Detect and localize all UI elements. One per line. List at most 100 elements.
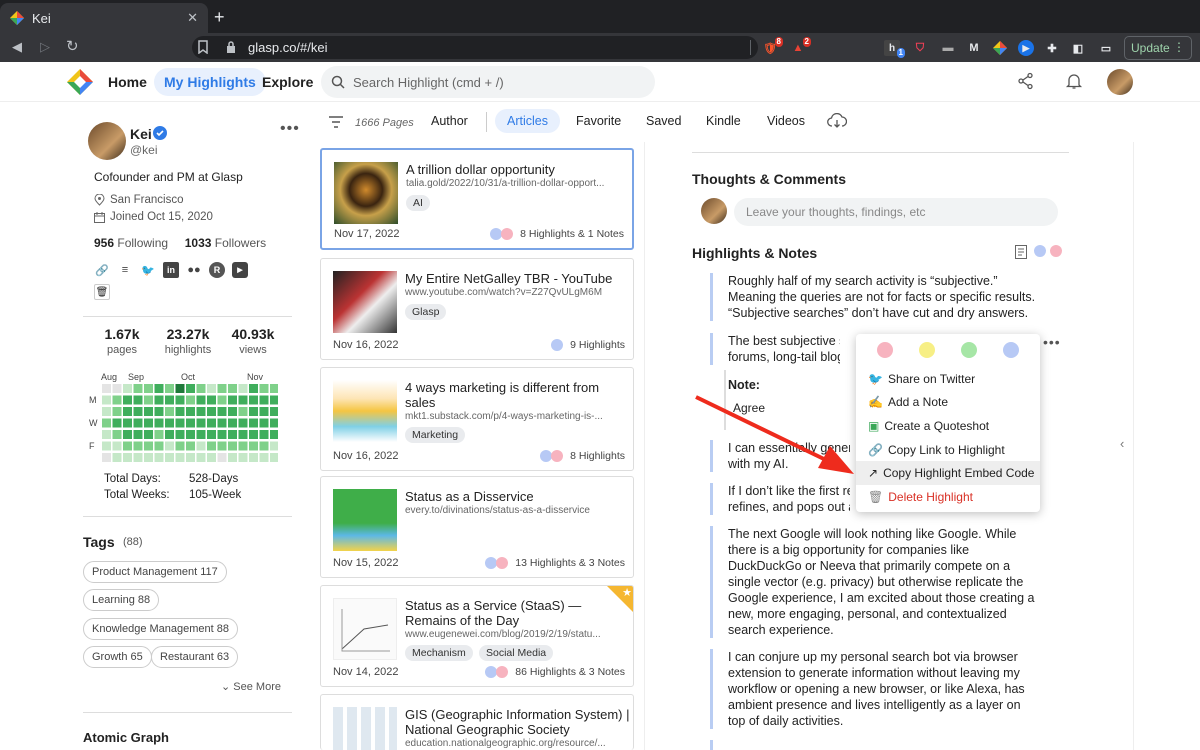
avatar-dot	[551, 339, 564, 351]
highlight-item[interactable]	[710, 740, 1040, 750]
article-card[interactable]: Status as a Service (StaaS) — Remains of…	[320, 585, 634, 687]
highlight-item[interactable]: I can conjure up my personal search bot …	[710, 649, 1040, 729]
linkedin-icon[interactable]: in	[163, 262, 179, 278]
highlight-more-icon[interactable]: •••	[1043, 334, 1061, 350]
back-icon[interactable]: ◀	[12, 39, 22, 55]
bookmark-icon[interactable]	[198, 40, 208, 54]
menu-delete-highlight[interactable]: 🗑 Delete Highlight	[856, 485, 1040, 509]
glasp-ext-icon[interactable]	[992, 40, 1008, 56]
see-more-link[interactable]: ⌄ See More	[221, 680, 281, 693]
heatmap-cell	[228, 441, 237, 451]
tab-kindle[interactable]: Kindle	[706, 114, 741, 128]
tab-author[interactable]: Author	[431, 114, 468, 128]
close-tab-icon[interactable]: ✕	[187, 10, 198, 26]
color-swatch-green[interactable]	[961, 342, 977, 358]
brave-rewards-icon[interactable]: ▲ 2	[790, 37, 811, 56]
article-stats: 8 Highlights	[540, 450, 625, 462]
highlight-line: with my AI.	[728, 457, 789, 471]
medium-icon[interactable]: M	[966, 40, 982, 56]
share-icon[interactable]	[1017, 72, 1035, 90]
tag-chip[interactable]: Knowledge Management 88	[83, 618, 238, 640]
article-card[interactable]: My Entire NetGalley TBR - YouTube www.yo…	[320, 258, 634, 360]
tag-chip[interactable]: Learning 88	[83, 589, 160, 611]
heatmap-cell	[186, 395, 195, 405]
browser-tab[interactable]: Kei ✕	[0, 3, 208, 33]
article-card[interactable]: 4 ways marketing is different from sales…	[320, 367, 634, 471]
substack-icon[interactable]: ≡	[117, 262, 133, 278]
highlighter-ext-icon[interactable]: h1	[884, 40, 905, 58]
pocket-icon[interactable]: ⛉	[912, 40, 928, 56]
ext-dark-icon[interactable]: ▬	[940, 40, 956, 56]
article-tag[interactable]: Marketing	[405, 427, 466, 443]
color-swatch-yellow[interactable]	[919, 342, 935, 358]
cast-icon[interactable]: ▶	[1018, 40, 1034, 56]
article-tag[interactable]: Mechanism	[405, 645, 473, 661]
tab-articles[interactable]: Articles	[495, 109, 560, 133]
menu-create-quoteshot[interactable]: ▣ Create a Quoteshot	[856, 414, 1040, 438]
article-card[interactable]: GIS (Geographic Information System) | Na…	[320, 694, 634, 750]
menu-share-twitter[interactable]: 🐦 Share on Twitter	[856, 367, 1040, 391]
tab-favorite[interactable]: Favorite	[576, 114, 621, 128]
article-tag[interactable]: Social Media	[479, 645, 554, 661]
youtube-icon[interactable]: ▶	[232, 262, 248, 278]
highlight-item[interactable]: If I don’t like the first re refines, an…	[710, 483, 850, 515]
menu-add-note[interactable]: ✍ Add a Note	[856, 390, 1040, 414]
profile-more-icon[interactable]: •••	[280, 120, 300, 138]
wallet-icon[interactable]: ▭	[1098, 40, 1114, 56]
update-button[interactable]: Update ⋮	[1124, 36, 1192, 60]
nav-my-highlights[interactable]: My Highlights	[154, 68, 266, 96]
nav-explore[interactable]: Explore	[262, 74, 313, 90]
following-label[interactable]: Following	[117, 236, 168, 250]
highlight-item[interactable]: The best subjective sea forums, long-tai…	[710, 333, 840, 365]
color-filter-pink[interactable]	[1050, 245, 1062, 257]
letter-r-icon[interactable]: R	[209, 262, 225, 278]
trash-bin-icon[interactable]: 🗑	[94, 284, 110, 300]
medium-icon[interactable]: ●●	[186, 262, 202, 278]
tag-chip[interactable]: Restaurant 63	[151, 646, 239, 668]
forward-icon[interactable]: ▷	[40, 39, 50, 55]
user-avatar[interactable]	[1107, 69, 1133, 95]
filter-icon[interactable]	[329, 116, 343, 128]
color-filter-blue[interactable]	[1034, 245, 1046, 257]
tab-videos[interactable]: Videos	[767, 114, 805, 128]
tab-saved[interactable]: Saved	[646, 114, 681, 128]
highlight-item[interactable]: Roughly half of my search activity is “s…	[710, 273, 1040, 321]
heatmap-cell	[165, 407, 174, 416]
search-input[interactable]: Search Highlight (cmd + /)	[321, 66, 655, 98]
article-tag[interactable]: Glasp	[405, 304, 447, 320]
tag-chip[interactable]: Growth 65	[83, 646, 152, 668]
highlighter-ext-badge: 1	[896, 48, 905, 58]
color-swatch-blue[interactable]	[1003, 342, 1019, 358]
nav-home[interactable]: Home	[108, 74, 147, 90]
new-tab-icon[interactable]: +	[214, 8, 225, 26]
browser-menu-icon[interactable]: ⋮	[1173, 40, 1185, 54]
article-tag[interactable]: AI	[406, 195, 430, 211]
heatmap-cell	[112, 441, 122, 451]
article-card[interactable]: A trillion dollar opportunity talia.gold…	[320, 148, 634, 250]
cloud-download-icon[interactable]	[827, 113, 847, 129]
tag-chip[interactable]: Product Management 117	[83, 561, 227, 583]
document-icon[interactable]	[1015, 245, 1027, 259]
twitter-icon[interactable]: 🐦	[140, 262, 156, 278]
heatmap-cell	[133, 407, 143, 416]
notification-bell-icon[interactable]	[1065, 72, 1083, 90]
chevron-left-icon[interactable]: ‹	[1120, 436, 1124, 451]
sidebar-icon[interactable]: ◧	[1070, 40, 1086, 56]
filter-divider	[486, 112, 487, 132]
menu-copy-link[interactable]: 🔗 Copy Link to Highlight	[856, 438, 1040, 462]
heatmap-cell	[196, 407, 206, 416]
color-swatch-pink[interactable]	[877, 342, 893, 358]
article-card[interactable]: Status as a Disservice every.to/divinati…	[320, 476, 634, 578]
glasp-logo-icon[interactable]	[66, 68, 94, 96]
favorite-star-icon[interactable]: ★	[606, 586, 633, 613]
reload-icon[interactable]: ↻	[66, 37, 79, 55]
link-icon[interactable]: 🔗	[94, 262, 110, 278]
brave-shield-icon[interactable]: 🛡 8	[762, 37, 783, 56]
comment-input[interactable]: Leave your thoughts, findings, etc	[734, 198, 1058, 226]
menu-copy-embed-code[interactable]: ↗ Copy Highlight Embed Code	[856, 461, 1040, 485]
address-bar[interactable]: glasp.co/#/kei	[192, 36, 758, 59]
highlight-item[interactable]: The next Google will look nothing like G…	[710, 526, 1040, 638]
highlight-item[interactable]: I can essentially genera with my AI.	[710, 440, 850, 472]
followers-label[interactable]: Followers	[215, 236, 266, 250]
puzzle-icon[interactable]: ✚	[1044, 40, 1060, 56]
